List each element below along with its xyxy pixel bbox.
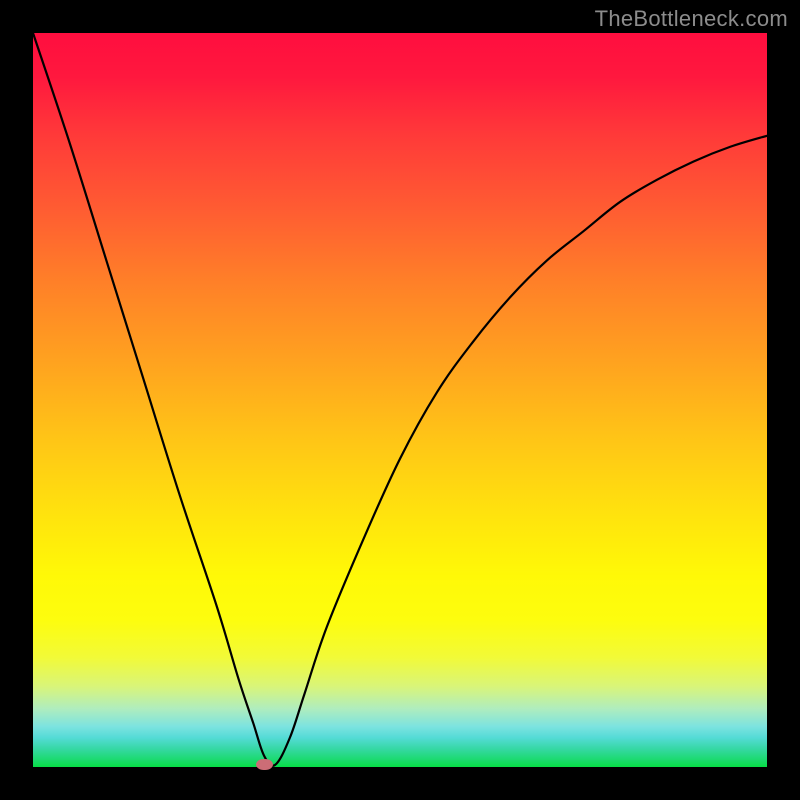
optimum-marker (256, 759, 273, 770)
plot-area (33, 33, 767, 767)
chart-frame: TheBottleneck.com (0, 0, 800, 800)
bottleneck-curve (33, 33, 767, 766)
watermark-text: TheBottleneck.com (595, 6, 788, 32)
bottleneck-curve-svg (33, 33, 767, 767)
